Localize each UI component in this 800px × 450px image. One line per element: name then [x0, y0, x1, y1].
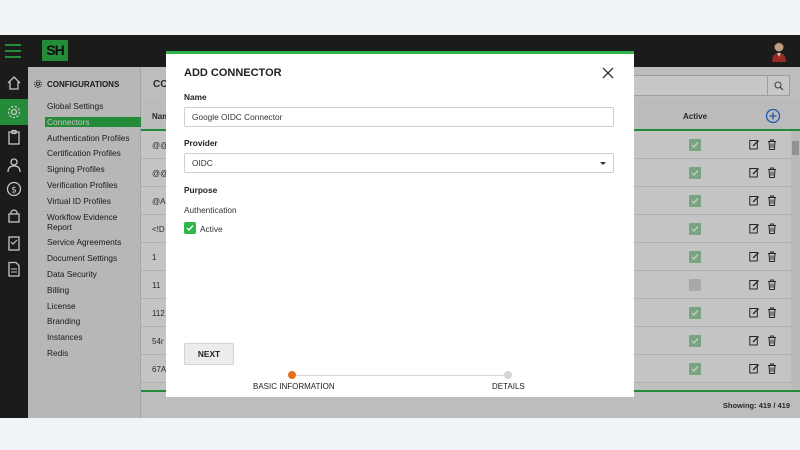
name-input[interactable]: Google OIDC Connector — [184, 107, 614, 127]
modal-title: ADD CONNECTOR — [184, 67, 282, 79]
provider-label: Provider — [184, 138, 218, 148]
purpose-value: Authentication — [184, 205, 237, 215]
add-connector-modal: ADD CONNECTOR Name Google OIDC Connector… — [166, 51, 634, 397]
purpose-label: Purpose — [184, 185, 218, 195]
chevron-down-icon — [600, 162, 606, 165]
stepper-line — [292, 375, 508, 376]
close-icon[interactable] — [602, 67, 614, 79]
provider-select[interactable]: OIDC — [184, 153, 614, 173]
step-basic-information-label[interactable]: BASIC INFORMATION — [253, 382, 335, 391]
app-window: SH $ CONFIGURATIONS Global Settings Conne… — [0, 35, 800, 418]
active-checkbox-label[interactable]: Active — [200, 224, 223, 234]
provider-selected-value: OIDC — [192, 158, 213, 168]
active-checkbox[interactable] — [184, 222, 196, 234]
step-basic-information-dot — [288, 371, 296, 379]
name-label: Name — [184, 92, 207, 102]
checkmark-icon — [186, 225, 194, 232]
step-details-dot — [504, 371, 512, 379]
next-button[interactable]: NEXT — [184, 343, 234, 365]
step-details-label[interactable]: DETAILS — [492, 382, 525, 391]
